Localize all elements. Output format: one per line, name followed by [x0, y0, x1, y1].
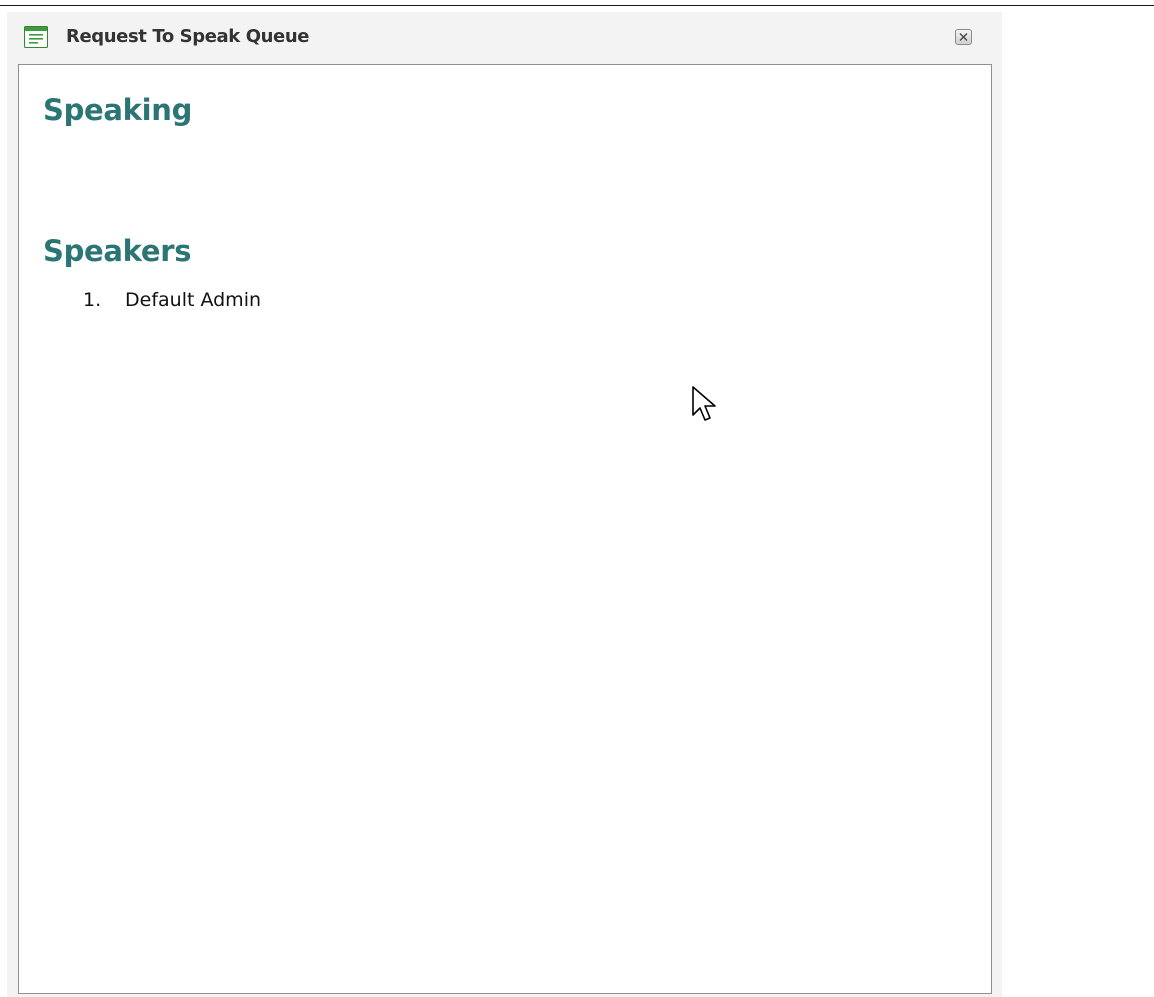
speakers-heading: Speakers: [43, 234, 192, 268]
queue-content-pane: Speaking Speakers 1. Default Admin: [18, 64, 992, 994]
request-to-speak-window: Request To Speak Queue Speaking Speakers…: [7, 12, 1002, 997]
close-button[interactable]: [955, 29, 972, 45]
speakers-list: 1. Default Admin: [83, 287, 261, 313]
top-divider: [0, 5, 1154, 6]
page: Request To Speak Queue Speaking Speakers…: [0, 0, 1154, 997]
speaker-list-item: 1. Default Admin: [83, 287, 261, 313]
mouse-pointer-icon: [691, 386, 719, 424]
speaker-number: 1.: [83, 289, 102, 311]
window-list-icon: [24, 26, 48, 48]
window-title: Request To Speak Queue: [66, 26, 310, 47]
speaking-heading: Speaking: [43, 93, 193, 127]
speaker-name: Default Admin: [125, 289, 262, 311]
window-titlebar[interactable]: Request To Speak Queue: [7, 12, 1002, 64]
close-icon: [959, 33, 968, 41]
